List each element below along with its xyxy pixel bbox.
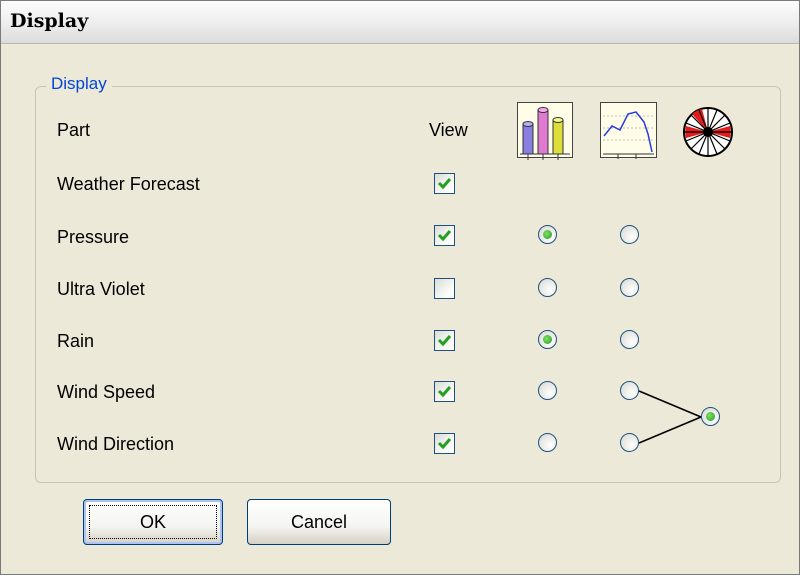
radio-selected-dot (543, 230, 552, 239)
display-dialog: Display Display Part View Weather Foreca… (0, 0, 800, 575)
checkmark-icon (437, 230, 452, 242)
checkbox-wind-speed[interactable] (434, 381, 455, 402)
checkmark-icon (437, 438, 452, 450)
title-bar[interactable]: Display (1, 1, 799, 44)
checkbox-ultra-violet[interactable] (434, 278, 455, 299)
focus-rectangle (89, 505, 217, 539)
radio-rain-line[interactable] (620, 330, 639, 349)
ok-button[interactable]: OK (83, 499, 223, 545)
radio-ultra-violet-line[interactable] (620, 278, 639, 297)
view-column-header: View (429, 120, 468, 140)
radio-ultra-violet-bar[interactable] (538, 278, 557, 297)
row-label-rain: Rain (57, 331, 95, 351)
checkbox-weather-forecast[interactable] (434, 173, 455, 194)
part-column-header: Part (57, 120, 91, 140)
wind-rose-icon (683, 107, 733, 157)
row-label-wind-direction: Wind Direction (57, 434, 175, 454)
checkbox-rain[interactable] (434, 330, 455, 351)
radio-wind-speed-bar[interactable] (538, 381, 557, 400)
checkbox-pressure[interactable] (434, 225, 455, 246)
checkbox-wind-direction[interactable] (434, 433, 455, 454)
line-chart-icon (600, 102, 657, 159)
groupbox-label: Display (46, 74, 112, 94)
checkmark-icon (437, 178, 452, 190)
checkmark-icon (437, 335, 452, 347)
bar-chart-icon (517, 102, 573, 160)
row-label-wind-speed: Wind Speed (57, 382, 156, 402)
radio-pressure-bar[interactable] (538, 225, 557, 244)
row-label-ultra-violet: Ultra Violet (57, 279, 145, 299)
radio-wind-rose-combined[interactable] (701, 407, 720, 426)
radio-rain-bar[interactable] (538, 330, 557, 349)
radio-selected-dot (706, 412, 715, 421)
radio-wind-direction-bar[interactable] (538, 433, 557, 452)
radio-selected-dot (543, 335, 552, 344)
radio-pressure-line[interactable] (620, 225, 639, 244)
cancel-button-label: Cancel (290, 512, 348, 532)
checkmark-icon (437, 386, 452, 398)
window-title: Display (10, 10, 89, 32)
cancel-button[interactable]: Cancel (247, 499, 391, 545)
wind-connector-lines (638, 390, 702, 444)
row-label-pressure: Pressure (57, 227, 130, 247)
row-label-weather-forecast: Weather Forecast (57, 174, 200, 194)
